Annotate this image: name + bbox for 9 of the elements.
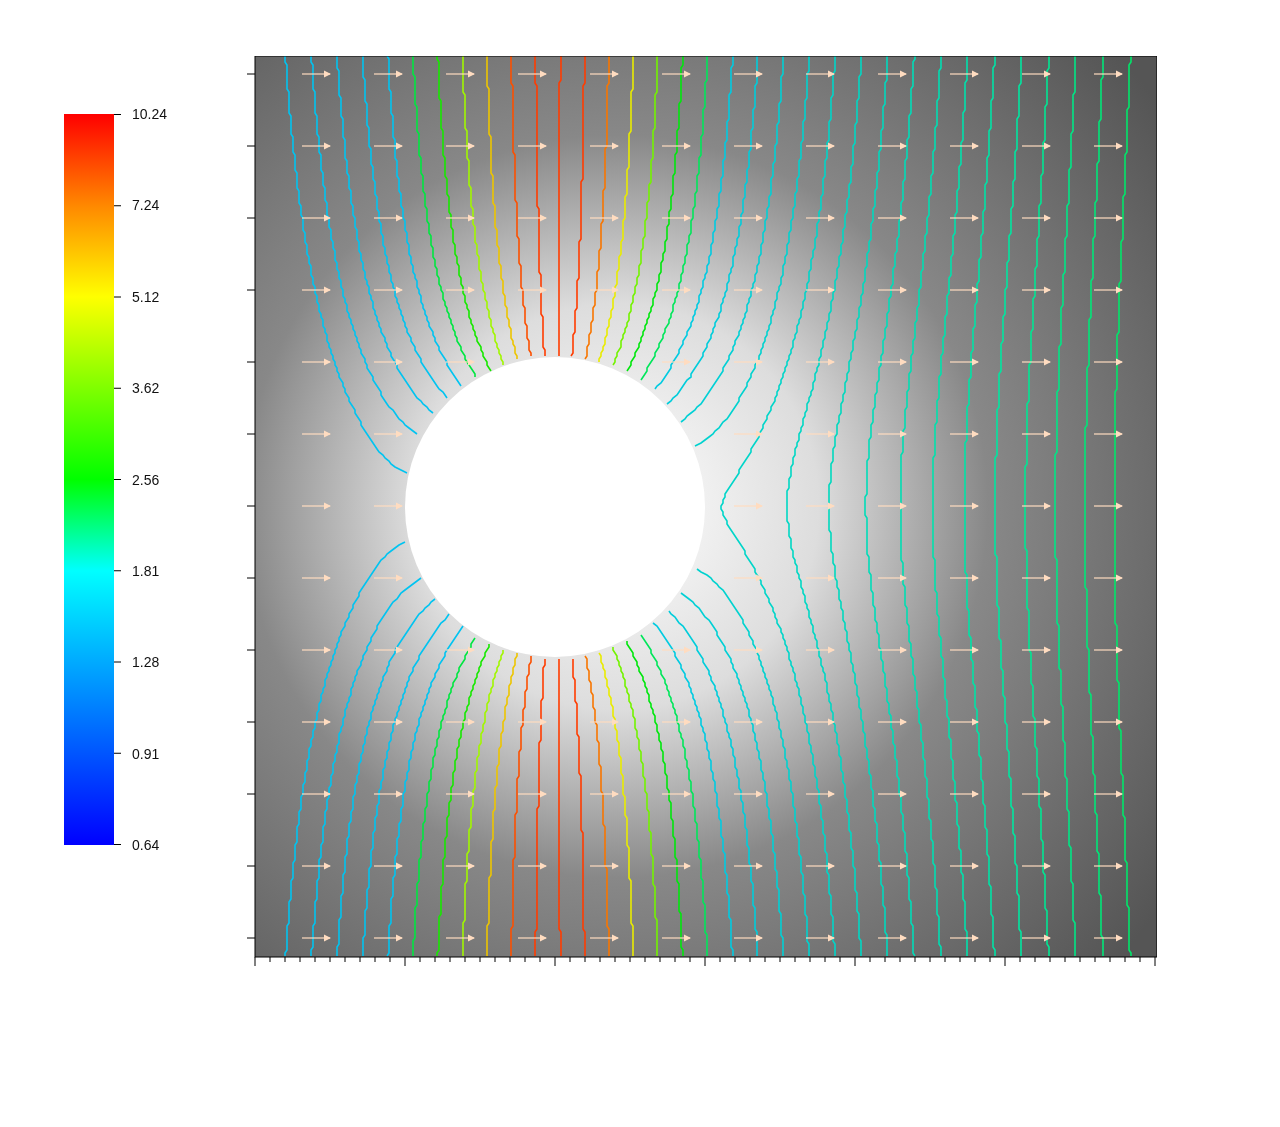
colorbar-label: 2.56 bbox=[132, 471, 161, 488]
colorbar-label: 5.12 bbox=[132, 288, 161, 305]
colorbar-label: 0.64 bbox=[132, 837, 161, 853]
colorbar-label: 10.24 bbox=[132, 106, 168, 122]
colorbar-label: 7.24 bbox=[132, 197, 161, 214]
colorbar-label: 0.91 bbox=[132, 745, 161, 762]
colorbar-label: 3.62 bbox=[132, 380, 161, 397]
colorbar-label: 1.28 bbox=[132, 654, 161, 671]
colorbar-label: 1.81 bbox=[132, 562, 161, 579]
